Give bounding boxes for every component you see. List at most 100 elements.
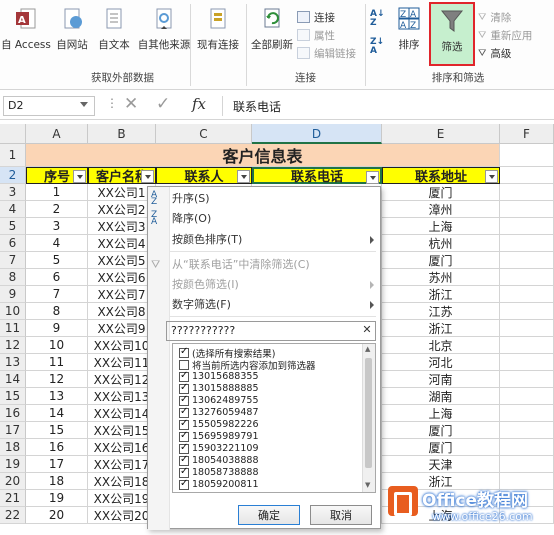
cell[interactable] xyxy=(500,371,554,388)
row-header[interactable]: 6 xyxy=(0,235,26,252)
row-header[interactable]: 5 xyxy=(0,218,26,235)
cell-index[interactable]: 20 xyxy=(26,507,88,524)
edit-links-button[interactable]: 编辑链接 xyxy=(297,44,367,62)
filter-dropdown-icon[interactable] xyxy=(366,171,379,184)
cell-company[interactable]: XX公司10 xyxy=(88,337,156,354)
external-data-button[interactable]: 自其他来源 xyxy=(136,6,192,52)
cell-index[interactable]: 11 xyxy=(26,354,88,371)
ok-button[interactable]: 确定 xyxy=(238,505,300,525)
cell-company[interactable]: XX公司18 xyxy=(88,473,156,490)
cell-index[interactable]: 9 xyxy=(26,320,88,337)
confirm-entry-icon[interactable]: ✓ xyxy=(156,94,170,114)
cell-index[interactable]: 17 xyxy=(26,456,88,473)
cell-index[interactable]: 1 xyxy=(26,184,88,201)
cell-company[interactable]: XX公司13 xyxy=(88,388,156,405)
cell-address[interactable]: 上海 xyxy=(382,218,500,235)
header-cell[interactable]: 序号 xyxy=(26,167,88,185)
row-header[interactable]: 18 xyxy=(0,439,26,456)
insert-function-icon[interactable]: fx xyxy=(192,95,206,113)
cell-company[interactable]: XX公司4 xyxy=(88,235,156,252)
cell-index[interactable]: 4 xyxy=(26,235,88,252)
row-header[interactable]: 10 xyxy=(0,303,26,320)
cell-address[interactable]: 河北 xyxy=(382,354,500,371)
cell-address[interactable]: 厦门 xyxy=(382,252,500,269)
cell-index[interactable]: 6 xyxy=(26,269,88,286)
cell-index[interactable]: 14 xyxy=(26,405,88,422)
filter-button[interactable]: 筛选 xyxy=(429,2,475,66)
cell[interactable] xyxy=(500,422,554,439)
cell[interactable] xyxy=(500,201,554,218)
cell[interactable] xyxy=(500,269,554,286)
filter-menu-item[interactable]: 数字筛选(F) xyxy=(172,296,372,314)
cell[interactable] xyxy=(500,354,554,371)
row-header[interactable]: 4 xyxy=(0,201,26,218)
cell-address[interactable]: 厦门 xyxy=(382,184,500,201)
cell-company[interactable]: XX公司12 xyxy=(88,371,156,388)
connections-button[interactable]: 连接 xyxy=(297,8,367,26)
cell-company[interactable]: XX公司9 xyxy=(88,320,156,337)
cell-address[interactable]: 江苏 xyxy=(382,303,500,320)
row-header[interactable]: 17 xyxy=(0,422,26,439)
column-header-c[interactable]: C xyxy=(156,124,252,144)
filter-dropdown-icon[interactable] xyxy=(485,170,498,183)
checkbox[interactable] xyxy=(179,430,189,442)
cell[interactable] xyxy=(500,184,554,201)
cell-index[interactable]: 10 xyxy=(26,337,88,354)
column-header-e[interactable]: E xyxy=(382,124,500,144)
checkbox[interactable] xyxy=(179,370,189,382)
sheet-title[interactable]: 客户信息表 xyxy=(26,144,500,167)
filter-menu-item[interactable]: 升序(S) xyxy=(172,190,372,208)
cell[interactable] xyxy=(500,144,554,167)
reapply-button[interactable]: ⛛ 重新应用 xyxy=(478,26,552,44)
cell-company[interactable]: XX公司1 xyxy=(88,184,156,201)
checkbox[interactable] xyxy=(179,454,189,466)
cell-address[interactable]: 厦门 xyxy=(382,439,500,456)
cell[interactable] xyxy=(500,439,554,456)
cell-index[interactable]: 15 xyxy=(26,422,88,439)
row-header[interactable]: 21 xyxy=(0,490,26,507)
row-header[interactable]: 19 xyxy=(0,456,26,473)
column-header-f[interactable]: F xyxy=(500,124,554,144)
external-data-button[interactable]: 自网站 xyxy=(52,6,92,52)
filter-search-input[interactable]: ??????????? xyxy=(166,321,376,341)
header-cell[interactable]: 客户名称 xyxy=(88,167,156,185)
cell-company[interactable]: XX公司2 xyxy=(88,201,156,218)
cell[interactable] xyxy=(500,337,554,354)
column-header-a[interactable]: A xyxy=(26,124,88,144)
cell[interactable] xyxy=(500,456,554,473)
filter-menu-item[interactable]: 按颜色排序(T) xyxy=(172,231,372,249)
formula-input[interactable]: 联系电话 xyxy=(222,96,552,116)
row-header[interactable]: 12 xyxy=(0,337,26,354)
cell-address[interactable]: 浙江 xyxy=(382,286,500,303)
row-header[interactable]: 22 xyxy=(0,507,26,524)
scroll-down-icon[interactable]: ▼ xyxy=(365,481,370,489)
cell[interactable] xyxy=(500,218,554,235)
column-header-b[interactable]: B xyxy=(88,124,156,144)
checkbox[interactable] xyxy=(179,382,189,394)
cell-company[interactable]: XX公司7 xyxy=(88,286,156,303)
row-header[interactable]: 2 xyxy=(0,167,26,184)
list-scrollbar[interactable]: ▲ ▼ xyxy=(362,344,375,492)
row-header[interactable]: 15 xyxy=(0,388,26,405)
checkbox[interactable] xyxy=(179,466,189,478)
cell-index[interactable]: 12 xyxy=(26,371,88,388)
cell-index[interactable]: 13 xyxy=(26,388,88,405)
row-header[interactable]: 13 xyxy=(0,354,26,371)
cell-address[interactable]: 上海 xyxy=(382,405,500,422)
cell-company[interactable]: XX公司8 xyxy=(88,303,156,320)
column-header-d[interactable]: D xyxy=(252,124,382,144)
cell-company[interactable]: XX公司16 xyxy=(88,439,156,456)
cell-company[interactable]: XX公司17 xyxy=(88,456,156,473)
checkbox[interactable] xyxy=(179,418,189,430)
row-header[interactable]: 20 xyxy=(0,473,26,490)
scroll-up-icon[interactable]: ▲ xyxy=(365,345,370,353)
row-header[interactable]: 8 xyxy=(0,269,26,286)
checkbox[interactable] xyxy=(179,442,189,454)
cell[interactable] xyxy=(500,252,554,269)
filter-values-list[interactable]: ▲ ▼ (选择所有搜索结果)将当前所选内容添加到筛选器1301568835513… xyxy=(172,343,376,493)
cell-address[interactable]: 浙江 xyxy=(382,320,500,337)
cell-index[interactable]: 18 xyxy=(26,473,88,490)
checkbox[interactable] xyxy=(179,406,189,418)
cell[interactable] xyxy=(500,286,554,303)
filter-dropdown-icon[interactable] xyxy=(237,170,250,183)
